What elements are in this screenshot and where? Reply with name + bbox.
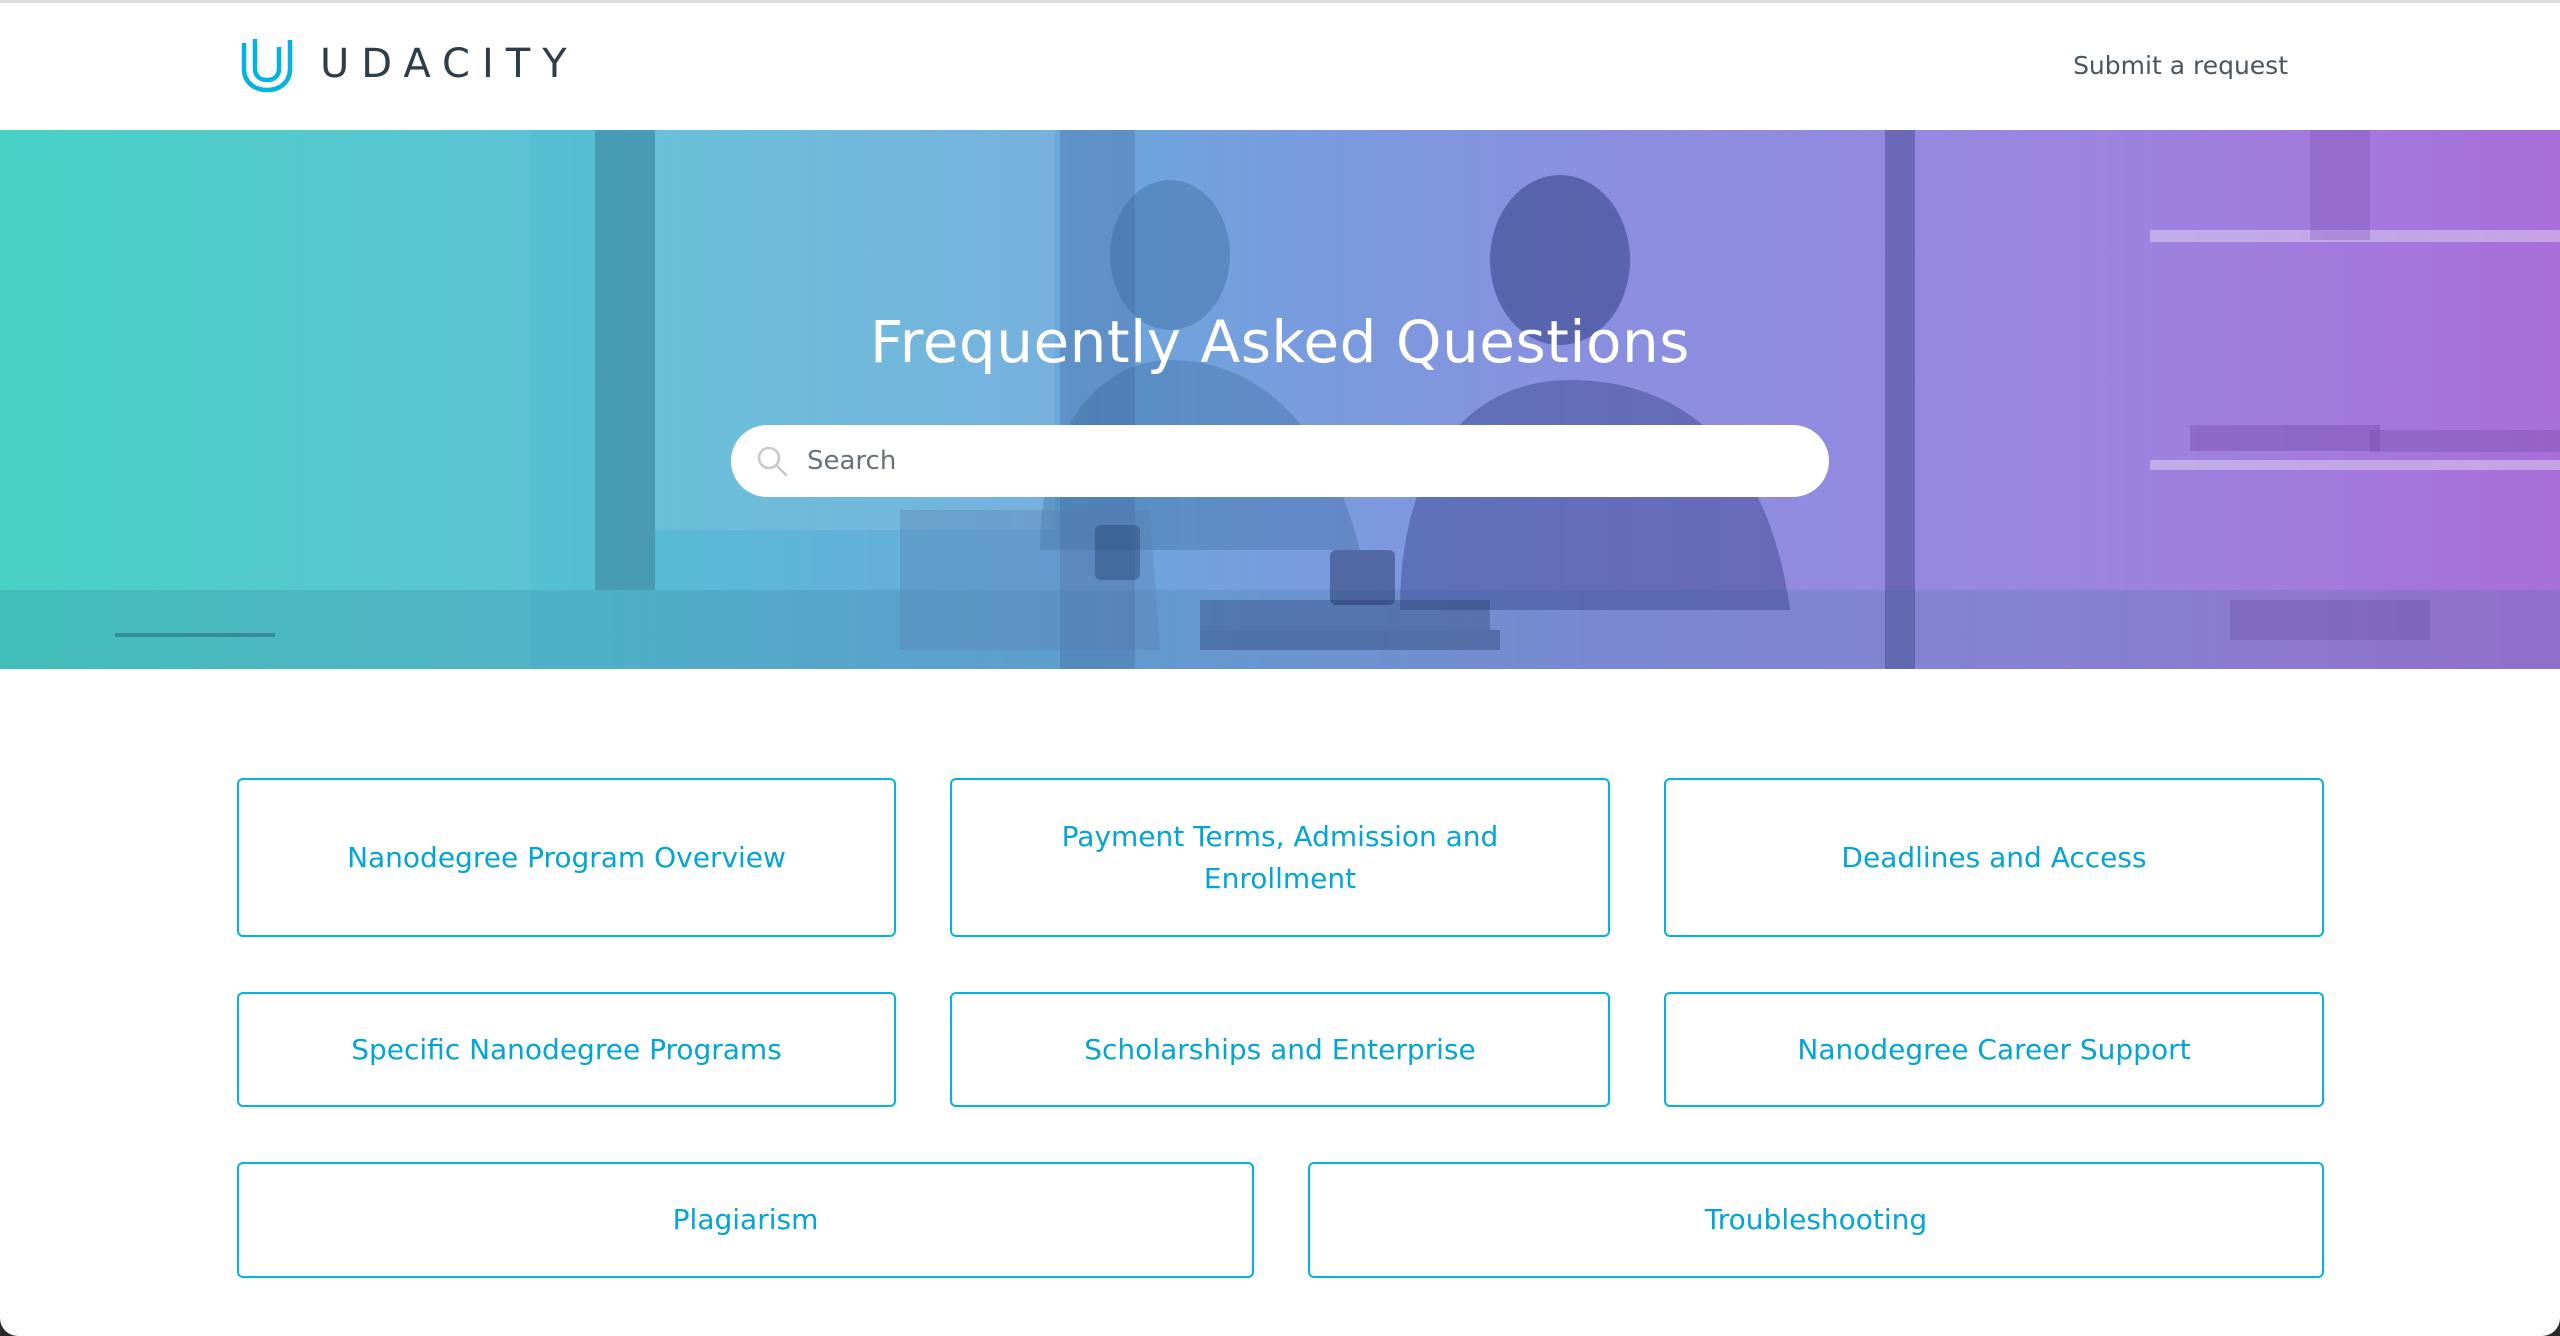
category-scholarships-and-enterprise[interactable]: Scholarships and Enterprise — [950, 992, 1610, 1107]
page-title: Frequently Asked Questions — [869, 308, 1690, 376]
submit-request-link[interactable]: Submit a request — [2073, 51, 2288, 80]
hero-banner: Frequently Asked Questions — [0, 130, 2560, 669]
logo-wordmark: UDACITY — [320, 41, 579, 87]
category-label: Scholarships and Enterprise — [1084, 1032, 1476, 1066]
category-nanodegree-career-support[interactable]: Nanodegree Career Support — [1664, 992, 2324, 1107]
category-troubleshooting[interactable]: Troubleshooting — [1308, 1162, 2324, 1278]
category-label: Deadlines and Access — [1841, 840, 2147, 874]
udacity-u-icon — [241, 39, 293, 93]
category-label: Troubleshooting — [1704, 1203, 1928, 1236]
category-label: Nanodegree Career Support — [1797, 1032, 2191, 1066]
search-input[interactable] — [805, 445, 1769, 477]
hero-background-image — [0, 130, 2560, 669]
category-payment-terms-admission-enrollment[interactable]: Payment Terms, Admission and Enrollment — [950, 778, 1610, 937]
category-label: Plagiarism — [672, 1203, 819, 1236]
category-label: Payment Terms, Admission and Enrollment — [1061, 819, 1499, 895]
category-specific-nanodegree-programs[interactable]: Specific Nanodegree Programs — [237, 992, 896, 1107]
search-icon — [757, 446, 788, 477]
udacity-logo[interactable]: UDACITY — [238, 35, 579, 93]
category-label: Nanodegree Program Overview — [347, 840, 786, 874]
search-bar[interactable] — [731, 425, 1829, 497]
category-plagiarism[interactable]: Plagiarism — [237, 1162, 1254, 1278]
category-nanodegree-program-overview[interactable]: Nanodegree Program Overview — [237, 778, 896, 937]
category-label: Specific Nanodegree Programs — [351, 1032, 782, 1066]
category-deadlines-and-access[interactable]: Deadlines and Access — [1664, 778, 2324, 937]
browser-window: UDACITY Submit a request Frequently Aske… — [0, 0, 2560, 1336]
site-header: UDACITY Submit a request — [0, 3, 2560, 130]
